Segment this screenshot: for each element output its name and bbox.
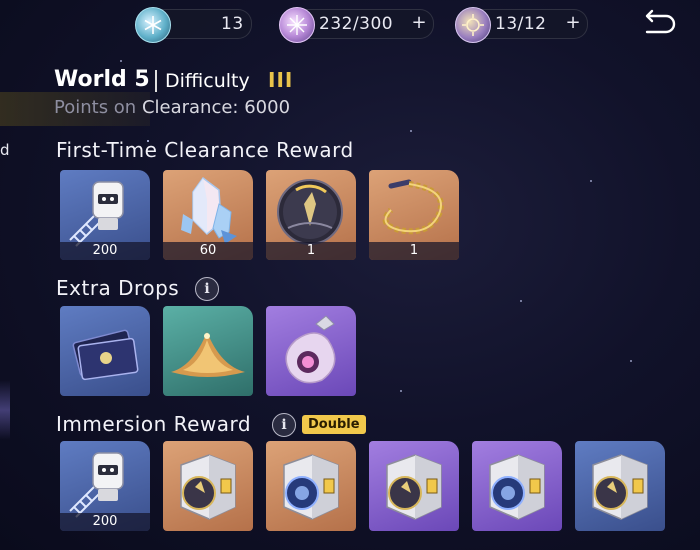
extra-drops-title: Extra Drops	[56, 276, 180, 300]
clearance-points: Points on Clearance: 6000	[54, 97, 290, 118]
first-time-reward-title: First-Time Clearance Reward	[56, 138, 354, 162]
relic-box-blue-item	[489, 454, 545, 520]
reward-card[interactable]	[266, 441, 356, 531]
gear-medal-icon	[455, 7, 491, 43]
sand-pile-item	[171, 332, 245, 377]
reward-card[interactable]: 60	[163, 170, 253, 260]
reward-count: 200	[60, 242, 150, 260]
reward-card[interactable]	[163, 441, 253, 531]
add-medal-icon[interactable]: +	[564, 14, 582, 32]
reward-count: 200	[60, 513, 150, 531]
reward-card[interactable]	[369, 441, 459, 531]
relic-box-gold-item	[386, 454, 442, 520]
currency-crystal-value: 13	[221, 14, 244, 34]
currency-medal-pill[interactable]: 13/12 +	[455, 7, 588, 43]
world-title: World 5	[54, 67, 150, 92]
currency-energy-pill[interactable]: 232/300 +	[279, 7, 434, 43]
reward-count: 1	[266, 242, 356, 260]
currency-crystal-pill[interactable]: 13	[135, 7, 252, 43]
double-badge: Double	[302, 415, 366, 434]
difficulty-label: Difficulty	[165, 70, 250, 92]
side-panel-label: d	[0, 141, 10, 159]
points-value: Clearance: 6000	[141, 97, 291, 118]
add-energy-icon[interactable]: +	[410, 14, 428, 32]
reward-card[interactable]: 200	[60, 441, 150, 531]
snowflake-crystal-icon	[135, 7, 171, 43]
drop-card[interactable]	[266, 306, 356, 396]
reward-count: 1	[369, 242, 459, 260]
reward-count: 60	[163, 242, 253, 260]
difficulty-level: III	[268, 68, 294, 92]
currency-medal-value: 13/12	[495, 14, 547, 34]
reward-card[interactable]: 1	[266, 170, 356, 260]
back-icon[interactable]	[640, 8, 678, 38]
relic-box-blue-item	[283, 454, 339, 520]
energy-orb-icon	[279, 7, 315, 43]
title-divider	[155, 70, 157, 92]
extra-drops-info-icon[interactable]: i	[195, 277, 219, 301]
relic-box-gold-item	[180, 454, 236, 520]
reward-card[interactable]	[472, 441, 562, 531]
card-pack-item	[72, 329, 139, 381]
relic-box-gold-item	[592, 454, 648, 520]
immersion-reward-title: Immersion Reward	[56, 412, 252, 436]
points-prefix: Points on	[54, 97, 137, 118]
currency-energy-value: 232/300	[319, 14, 394, 34]
reward-card[interactable]: 1	[369, 170, 459, 260]
potion-pouch-item	[285, 315, 336, 384]
reward-card[interactable]	[575, 441, 665, 531]
reward-card[interactable]: 200	[60, 170, 150, 260]
immersion-info-icon[interactable]: i	[272, 413, 296, 437]
side-scroll-glow	[0, 380, 10, 440]
drop-card[interactable]	[163, 306, 253, 396]
drop-card[interactable]	[60, 306, 150, 396]
